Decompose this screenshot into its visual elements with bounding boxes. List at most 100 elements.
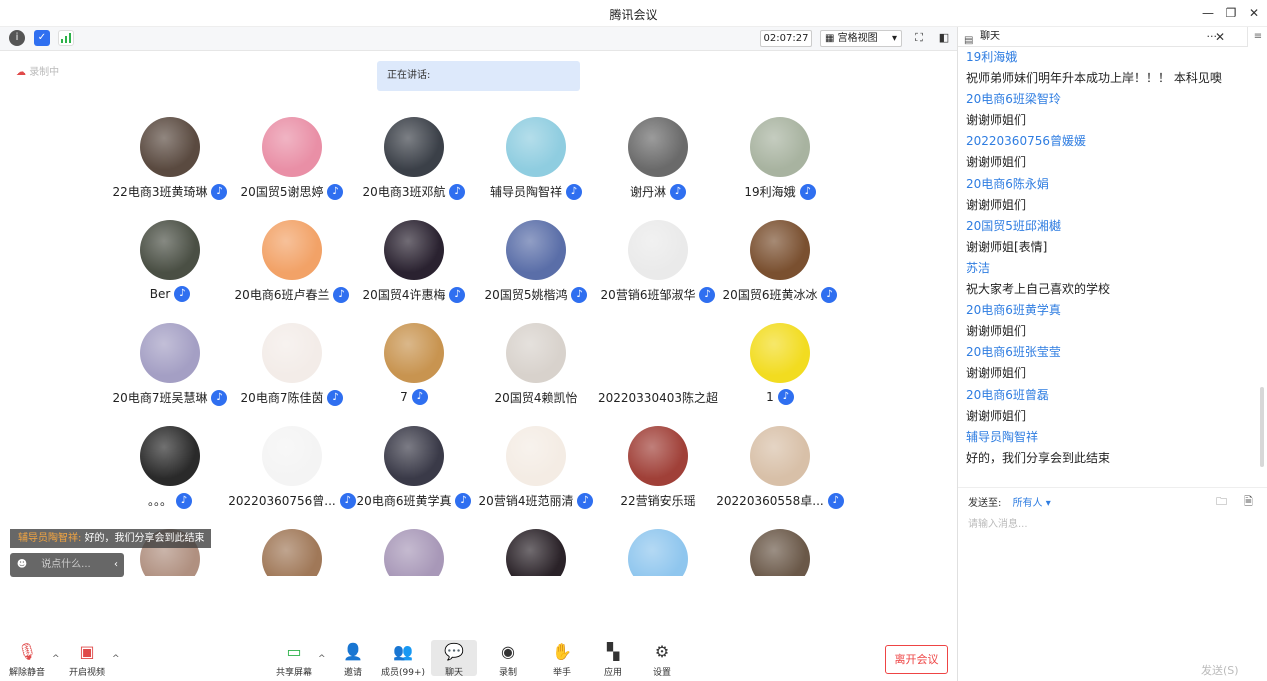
chat-message-text: 好的，我们分享会到此结束 <box>966 450 1111 465</box>
members-button[interactable]: 👥 成员(99+) <box>380 642 426 678</box>
chat-message-sender[interactable]: 20电商6班张莹莹 <box>966 342 1256 363</box>
file-icon[interactable]: 🗎 <box>1244 493 1253 512</box>
chat-message-sender[interactable]: 20电商6班黄学真 <box>966 300 1256 321</box>
chat-scrollbar[interactable] <box>1260 387 1264 467</box>
participant-name: 20电商3班邓航 <box>362 185 446 199</box>
participant-tile[interactable]: 20国贸6班黄冰冰 ♪ <box>719 220 841 303</box>
send-to-select[interactable]: 所有人 ▾ <box>1013 498 1051 509</box>
chat-button[interactable]: 💬 聊天 <box>431 640 477 678</box>
minimize-button[interactable]: — <box>1198 4 1218 22</box>
start-video-button[interactable]: ▣ 开启视频 <box>64 642 110 678</box>
participant-tile[interactable]: 20国贸5谢思婷 ♪ <box>231 117 353 200</box>
apps-label: 应用 <box>603 668 622 678</box>
avatar <box>506 323 566 383</box>
collapse-icon[interactable]: ‹ <box>114 553 118 577</box>
participant-tile[interactable]: 19利海娥 ♪ <box>719 117 841 200</box>
participant-name: 。。。 <box>147 494 172 508</box>
participant-name: 20国贸4许惠梅 <box>362 288 446 302</box>
avatar <box>506 529 566 576</box>
emoji-icon[interactable]: ☻ <box>10 553 34 577</box>
record-button[interactable]: ◉ 录制 <box>485 642 531 678</box>
menu-icon[interactable]: ≡ <box>1247 27 1267 47</box>
participant-tile[interactable]: 7 ♪ <box>353 323 475 405</box>
participant-tile[interactable]: 辅导员陶智祥 ♪ <box>475 117 597 200</box>
participant-tile[interactable]: 22电商3班黄琦琳 ♪ <box>109 117 231 200</box>
participant-tile[interactable] <box>475 529 597 576</box>
participant-tile[interactable]: 谢丹淋 ♪ <box>597 117 719 200</box>
participant-tile[interactable] <box>719 529 841 576</box>
participant-name-row: 20国贸4许惠梅 ♪ <box>353 286 475 303</box>
mic-icon: ♪ <box>577 492 594 509</box>
close-button[interactable]: ✕ <box>1244 4 1264 22</box>
chat-input[interactable]: 请输入消息... <box>968 515 1028 530</box>
leave-meeting-button[interactable]: 离开会议 <box>885 645 948 674</box>
apps-button[interactable]: ▚ 应用 <box>590 642 636 678</box>
chat-message-sender[interactable]: 20电商6班曾磊 <box>966 385 1256 406</box>
participant-name-row: 20营销4班范丽清 ♪ <box>475 492 597 509</box>
participant-name: 20国贸5姚楷鸿 <box>484 288 568 302</box>
participant-tile[interactable]: 20国贸4许惠梅 ♪ <box>353 220 475 303</box>
overlay-input-placeholder: 说点什么... <box>41 559 91 570</box>
overlay-chat-input[interactable]: ☻ 说点什么... ‹ <box>10 553 124 577</box>
raise-label: 举手 <box>552 668 571 678</box>
unmute-button[interactable]: 🎙 解除静音 <box>4 642 50 678</box>
audio-options-caret[interactable]: ^ <box>52 654 60 664</box>
avatar <box>140 323 200 383</box>
mic-icon: ♪ <box>821 286 838 303</box>
share-screen-button[interactable]: ▭ 共享屏幕 <box>271 642 317 678</box>
chat-message-sender[interactable]: 20电商6陈永娟 <box>966 174 1256 195</box>
chat-message-sender[interactable]: 辅导员陶智祥 <box>966 427 1256 448</box>
participant-tile[interactable]: Ber ♪ <box>109 220 231 302</box>
folder-icon[interactable]: 🗀 <box>1216 493 1227 512</box>
chat-message-list: 19利海娥 祝师弟师妹们明年升本成功上岸！！！ 本科见噢 20电商6班梁智玲 谢谢师姐… <box>966 47 1256 497</box>
participant-tile[interactable]: 22营销安乐瑶 <box>597 426 719 509</box>
participant-tile[interactable]: 20电商3班邓航 ♪ <box>353 117 475 200</box>
participant-tile[interactable]: 20国贸5姚楷鸿 ♪ <box>475 220 597 303</box>
close-icon[interactable]: ✕ <box>1215 27 1225 47</box>
settings-button[interactable]: ⚙ 设置 <box>639 642 685 678</box>
avatar <box>262 426 322 486</box>
participant-tile[interactable] <box>231 529 353 576</box>
gear-icon: ⚙ <box>654 642 670 661</box>
avatar <box>506 426 566 486</box>
chat-message-text: 谢谢师姐们 <box>966 408 1027 423</box>
chat-message-text: 祝大家考上自己喜欢的学校 <box>966 282 1111 297</box>
participant-name-row: 7 ♪ <box>353 389 475 405</box>
mic-icon: ♪ <box>211 183 228 200</box>
participant-tile[interactable]: 。。。 ♪ <box>109 426 231 509</box>
restore-button[interactable]: ❐ <box>1221 4 1241 22</box>
mic-icon: ♪ <box>571 286 588 303</box>
participant-name-row: 20营销6班邹淑华 ♪ <box>597 286 719 303</box>
chat-message-sender[interactable]: 19利海娥 <box>966 47 1256 68</box>
invite-button[interactable]: 👤 邀请 <box>330 642 376 678</box>
participant-tile[interactable]: 20电商7陈佳茵 ♪ <box>231 323 353 406</box>
participant-tile[interactable]: 20电商7班吴慧琳 ♪ <box>109 323 231 406</box>
participant-tile[interactable]: 20220360558卓... ♪ <box>716 426 844 509</box>
mic-icon: ♪ <box>411 389 428 405</box>
participant-name-row: 20国贸5谢思婷 ♪ <box>231 183 353 200</box>
chat-message-text: 谢谢师姐们 <box>966 113 1027 128</box>
raise-hand-button[interactable]: ✋ 举手 <box>539 642 585 678</box>
avatar <box>262 323 322 383</box>
participant-tile[interactable] <box>597 529 719 576</box>
participant-tile[interactable] <box>353 529 475 576</box>
participant-tile[interactable]: 1 ♪ <box>719 323 841 405</box>
avatar <box>628 220 688 280</box>
participant-tile[interactable]: 20电商6班卢春兰 ♪ <box>231 220 353 303</box>
participant-tile[interactable]: 20营销4班范丽清 ♪ <box>475 426 597 509</box>
participant-tile[interactable]: 20220360756曾... ♪ <box>228 426 356 509</box>
chat-message-sender[interactable]: 20电商6班梁智玲 <box>966 89 1256 110</box>
participant-name: 20国贸5谢思婷 <box>240 185 324 199</box>
recording-label: 录制中 <box>29 67 60 78</box>
video-options-caret[interactable]: ^ <box>112 654 120 664</box>
chat-message-sender[interactable]: 20国贸5班邱湘樾 <box>966 216 1256 237</box>
chat-message-sender[interactable]: 苏洁 <box>966 258 1256 279</box>
participant-tile[interactable]: 20220330403陈之超 <box>597 323 719 406</box>
participant-tile[interactable]: 20国贸4赖凯怡 <box>475 323 597 406</box>
send-button[interactable]: 发送(S) <box>1201 662 1239 678</box>
participant-tile[interactable]: 20电商6班黄学真 ♪ <box>353 426 475 509</box>
participant-tile[interactable]: 20营销6班邹淑华 ♪ <box>597 220 719 303</box>
share-options-caret[interactable]: ^ <box>318 654 326 664</box>
participant-name: 20电商6班黄学真 <box>356 494 452 508</box>
chat-message-sender[interactable]: 20220360756曾媛媛 <box>966 131 1256 152</box>
